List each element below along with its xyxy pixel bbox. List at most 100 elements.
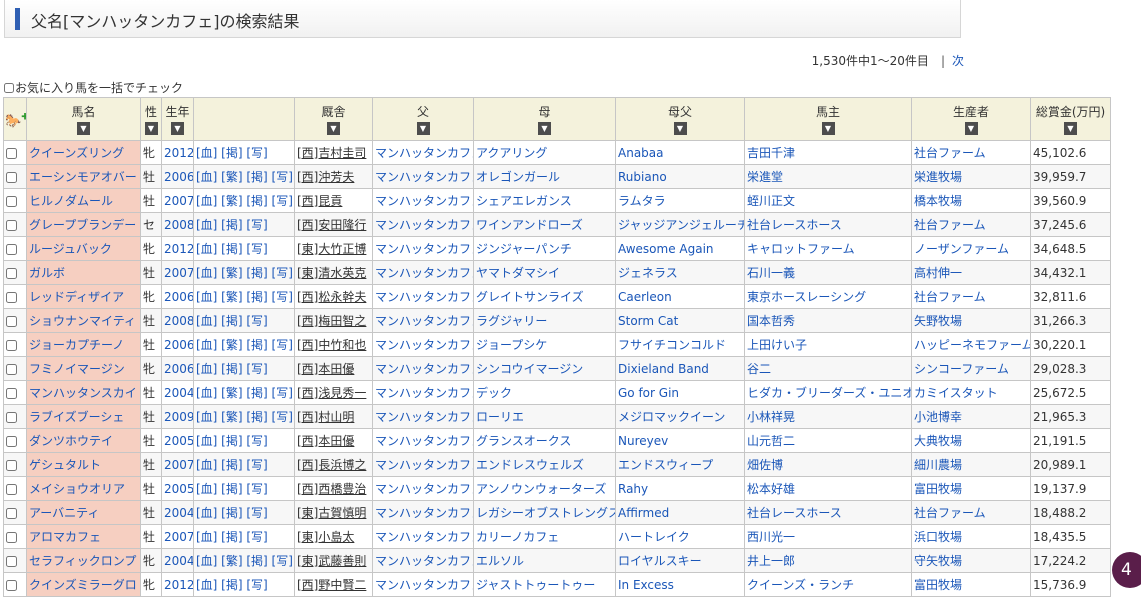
owner-link[interactable]: 山元哲二 — [747, 434, 795, 448]
horse-name-link[interactable]: ガルボ — [29, 266, 65, 280]
trainer-link[interactable]: [西]西橋豊治 — [297, 482, 366, 496]
dam-link[interactable]: ローリエ — [476, 410, 524, 424]
sort-down-icon[interactable]: ▼ — [77, 122, 90, 135]
damsire-link[interactable]: Go for Gin — [618, 386, 679, 400]
owner-link[interactable]: 小林祥晃 — [747, 410, 795, 424]
horse-name-link[interactable]: レッドディザイア — [29, 290, 124, 304]
trainer-link[interactable]: [西]長浜博之 — [297, 458, 366, 472]
dam-link[interactable]: エルソル — [476, 554, 524, 568]
sire-link[interactable]: マンハッタンカフェ — [375, 410, 473, 424]
dam-link[interactable]: レガシーオブストレングス — [476, 506, 615, 520]
detail-links[interactable]: [血] [掲] [写] — [196, 314, 268, 328]
sire-link[interactable]: マンハッタンカフェ — [375, 458, 473, 472]
trainer-link[interactable]: [東]大竹正博 — [297, 242, 366, 256]
favorite-checkbox[interactable] — [6, 291, 17, 303]
breeder-link[interactable]: 社台ファーム — [914, 146, 986, 160]
dam-link[interactable]: カリーノカフェ — [476, 530, 559, 544]
detail-links[interactable]: [血] [掲] [写] — [196, 482, 268, 496]
damsire-link[interactable]: ロイヤルスキー — [618, 554, 702, 568]
damsire-link[interactable]: Anabaa — [618, 146, 664, 160]
breeder-link[interactable]: 細川農場 — [914, 458, 962, 472]
favorite-checkbox[interactable] — [6, 387, 17, 399]
damsire-link[interactable]: メジロマックイーン — [618, 410, 725, 424]
sire-link[interactable]: マンハッタンカフェ — [375, 338, 473, 352]
trainer-link[interactable]: [東]古賀慎明 — [297, 506, 366, 520]
trainer-link[interactable]: [西]昆貢 — [297, 194, 342, 208]
owner-link[interactable]: 国本哲秀 — [747, 314, 795, 328]
owner-link[interactable]: 蛭川正文 — [747, 194, 795, 208]
horse-name-link[interactable]: ダンツホウテイ — [29, 434, 113, 448]
sire-link[interactable]: マンハッタンカフェ — [375, 578, 473, 592]
dam-link[interactable]: アンノウンウォーターズ — [476, 482, 606, 496]
owner-link[interactable]: 畑佐博 — [747, 458, 783, 472]
damsire-link[interactable]: ラムタラ — [618, 194, 666, 208]
trainer-link[interactable]: [西]浅見秀一 — [297, 386, 366, 400]
damsire-link[interactable]: Storm Cat — [618, 314, 678, 328]
breeder-link[interactable]: 富田牧場 — [914, 482, 962, 496]
horse-name-link[interactable]: アロマカフェ — [29, 530, 101, 544]
bulk-favorite-checkbox[interactable] — [4, 83, 14, 93]
sire-link[interactable]: マンハッタンカフェ — [375, 482, 473, 496]
sort-down-icon[interactable]: ▼ — [821, 122, 835, 135]
horse-name-link[interactable]: セラフィックロンプ — [29, 554, 136, 568]
detail-links[interactable]: [血] [繁] [掲] [写] — [196, 554, 293, 568]
sire-link[interactable]: マンハッタンカフェ — [375, 314, 473, 328]
birth-year-link[interactable]: 2012 — [164, 578, 193, 592]
dam-link[interactable]: グレイトサンライズ — [476, 290, 584, 304]
dam-link[interactable]: ジャストトゥートゥー — [476, 578, 595, 592]
dam-link[interactable]: オレゴンガール — [476, 170, 560, 184]
breeder-link[interactable]: 社台ファーム — [914, 218, 986, 232]
detail-links[interactable]: [血] [掲] [写] — [196, 218, 268, 232]
detail-links[interactable]: [血] [繁] [掲] [写] — [196, 290, 293, 304]
trainer-link[interactable]: [西]村山明 — [297, 410, 354, 424]
favorite-checkbox[interactable] — [6, 363, 17, 375]
birth-year-link[interactable]: 2005 — [164, 482, 193, 496]
damsire-link[interactable]: Rahy — [618, 482, 648, 496]
damsire-link[interactable]: Dixieland Band — [618, 362, 709, 376]
favorite-checkbox[interactable] — [6, 507, 17, 519]
favorite-checkbox[interactable] — [6, 147, 17, 159]
detail-links[interactable]: [血] [掲] [写] — [196, 578, 268, 592]
damsire-link[interactable]: Awesome Again — [618, 242, 714, 256]
detail-links[interactable]: [血] [掲] [写] — [196, 362, 268, 376]
detail-links[interactable]: [血] [掲] [写] — [196, 146, 268, 160]
favorite-checkbox[interactable] — [6, 339, 17, 351]
damsire-link[interactable]: ハートレイク — [618, 530, 690, 544]
birth-year-link[interactable]: 2004 — [164, 386, 193, 400]
detail-links[interactable]: [血] [繁] [掲] [写] — [196, 194, 293, 208]
sire-link[interactable]: マンハッタンカフェ — [375, 434, 473, 448]
trainer-link[interactable]: [東]武藤善則 — [297, 554, 366, 568]
birth-year-link[interactable]: 2008 — [164, 218, 193, 232]
damsire-link[interactable]: エンドスウィープ — [618, 458, 713, 472]
favorite-checkbox[interactable] — [6, 267, 17, 279]
horse-name-link[interactable]: クインズミラーグロ — [29, 578, 137, 592]
horse-name-link[interactable]: エーシンモアオバー — [29, 170, 137, 184]
breeder-link[interactable]: シンコーファーム — [914, 362, 1009, 376]
trainer-link[interactable]: [西]沖芳夫 — [297, 170, 354, 184]
damsire-link[interactable]: Affirmed — [618, 506, 669, 520]
owner-link[interactable]: 吉田千津 — [747, 146, 795, 160]
birth-year-link[interactable]: 2008 — [164, 314, 193, 328]
horse-name-link[interactable]: クイーンズリング — [29, 146, 124, 160]
detail-links[interactable]: [血] [繁] [掲] [写] — [196, 170, 293, 184]
breeder-link[interactable]: ノーザンファーム — [914, 242, 1009, 256]
breeder-link[interactable]: 橋本牧場 — [914, 194, 962, 208]
breeder-link[interactable]: 社台ファーム — [914, 290, 986, 304]
dam-link[interactable]: グランスオークス — [476, 434, 571, 448]
sire-link[interactable]: マンハッタンカフェ — [375, 554, 473, 568]
sort-down-icon[interactable]: ▼ — [1064, 122, 1077, 135]
sire-link[interactable]: マンハッタンカフェ — [375, 362, 473, 376]
horse-name-link[interactable]: ショウナンマイティ — [29, 314, 136, 328]
breeder-link[interactable]: 守矢牧場 — [914, 554, 962, 568]
breeder-link[interactable]: 栄進牧場 — [914, 170, 962, 184]
favorite-checkbox[interactable] — [6, 315, 17, 327]
birth-year-link[interactable]: 2006 — [164, 170, 193, 184]
sire-link[interactable]: マンハッタンカフェ — [375, 242, 473, 256]
trainer-link[interactable]: [西]松永幹夫 — [297, 290, 366, 304]
horse-name-link[interactable]: グレープブランデー — [29, 218, 136, 232]
notification-badge[interactable]: 4 — [1112, 552, 1141, 588]
favorite-checkbox[interactable] — [6, 219, 17, 231]
sort-down-icon[interactable]: ▼ — [964, 122, 978, 135]
horse-name-link[interactable]: アーバニティ — [29, 506, 99, 520]
favorite-checkbox[interactable] — [6, 195, 17, 207]
